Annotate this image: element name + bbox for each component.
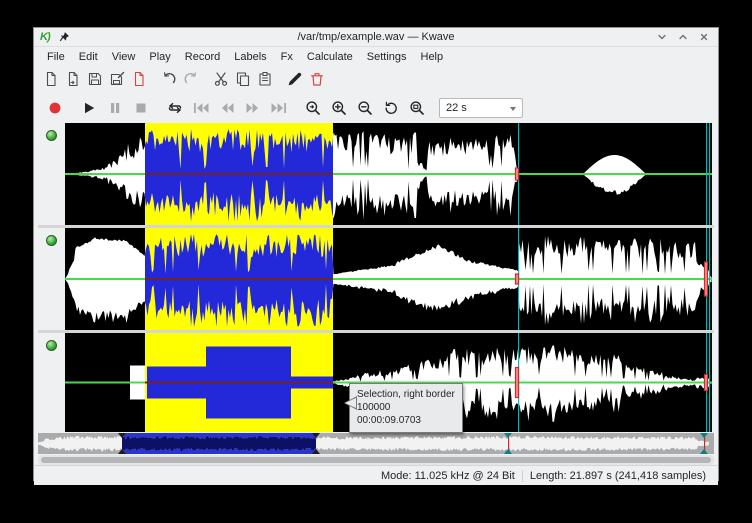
scrollbar-thumb[interactable]	[41, 457, 711, 463]
menu-calculate[interactable]: Calculate	[300, 49, 360, 65]
tooltip-line-2: 100000	[357, 401, 455, 414]
menu-fx[interactable]: Fx	[274, 49, 300, 65]
track-row-1	[38, 123, 714, 225]
loop-icon	[166, 101, 184, 115]
status-length: Length: 21.897 s (241,418 samples)	[523, 470, 713, 482]
new-file-button[interactable]	[41, 69, 61, 89]
track-enabled-led[interactable]	[46, 130, 57, 141]
pause-button[interactable]	[103, 96, 127, 120]
open-file-button[interactable]	[63, 69, 83, 89]
menu-help[interactable]: Help	[414, 49, 451, 65]
play-button[interactable]	[77, 96, 101, 120]
selection-tooltip: Selection, right border 100000 00:00:09.…	[349, 383, 463, 433]
zoom-selection-button[interactable]	[301, 96, 325, 120]
zoom-out-icon	[357, 100, 373, 116]
waveform-track-1[interactable]	[65, 123, 712, 225]
zoom-revert-icon	[383, 100, 399, 116]
undo-icon	[161, 71, 177, 87]
skip-end-icon	[270, 101, 288, 115]
maximize-button[interactable]	[677, 31, 689, 43]
undo-button[interactable]	[159, 69, 179, 89]
forward-button[interactable]	[241, 96, 265, 120]
cut-button[interactable]	[211, 69, 231, 89]
waveform-track-2[interactable]	[65, 228, 712, 330]
zoom-out-button[interactable]	[353, 96, 377, 120]
skip-end-button[interactable]	[267, 96, 291, 120]
trash-icon	[309, 71, 325, 87]
zoom-all-button[interactable]	[405, 96, 429, 120]
copy-button[interactable]	[233, 69, 253, 89]
paste-icon	[257, 71, 273, 87]
redo-button[interactable]	[181, 69, 201, 89]
tooltip-line-3: 00:00:09.0703	[357, 414, 455, 427]
menu-labels[interactable]: Labels	[227, 49, 273, 65]
save-icon	[87, 71, 103, 87]
zoom-duration-value: 22 s	[446, 102, 467, 114]
close-file-button[interactable]	[129, 69, 149, 89]
loop-button[interactable]	[163, 96, 187, 120]
menu-edit[interactable]: Edit	[72, 49, 105, 65]
horizontal-scrollbar[interactable]	[38, 455, 714, 465]
zoom-previous-button[interactable]	[379, 96, 403, 120]
skip-start-button[interactable]	[189, 96, 213, 120]
pen-icon	[287, 71, 303, 87]
cut-icon	[213, 71, 229, 87]
tooltip-line-1: Selection, right border	[357, 388, 455, 401]
status-mode: Mode: 11.025 kHz @ 24 Bit	[374, 470, 522, 482]
play-icon	[82, 101, 96, 115]
insert-mode-button[interactable]	[285, 69, 305, 89]
track-row-2	[38, 228, 714, 330]
track-enabled-led[interactable]	[46, 340, 57, 351]
open-file-icon	[65, 71, 81, 87]
statusbar: Mode: 11.025 kHz @ 24 Bit Length: 21.897…	[34, 465, 718, 485]
menu-settings[interactable]: Settings	[360, 49, 414, 65]
overview-bar[interactable]	[38, 433, 714, 454]
close-button[interactable]	[698, 31, 710, 43]
rewind-icon	[218, 101, 236, 115]
file-toolbar	[34, 66, 718, 92]
minimize-button[interactable]	[656, 31, 668, 43]
menu-record[interactable]: Record	[178, 49, 227, 65]
record-icon	[48, 101, 62, 115]
menu-view[interactable]: View	[105, 49, 143, 65]
stop-button[interactable]	[129, 96, 153, 120]
chevron-down-icon	[510, 107, 516, 111]
kwave-window: K) /var/tmp/example.wav — Kwave FileEdit…	[33, 27, 719, 481]
track-controls-1	[38, 123, 65, 225]
save-as-icon	[109, 71, 125, 87]
track-controls-3	[38, 333, 65, 432]
zoom-duration-combobox[interactable]: 22 s	[439, 98, 523, 118]
rewind-button[interactable]	[215, 96, 239, 120]
save-button[interactable]	[85, 69, 105, 89]
delete-button[interactable]	[307, 69, 327, 89]
record-button[interactable]	[43, 96, 67, 120]
save-as-button[interactable]	[107, 69, 127, 89]
zoom-selection-icon	[305, 100, 321, 116]
playback-toolbar: 22 s	[34, 92, 718, 123]
menubar: FileEditViewPlayRecordLabelsFxCalculateS…	[34, 47, 718, 66]
zoom-in-button[interactable]	[327, 96, 351, 120]
zoom-in-icon	[331, 100, 347, 116]
paste-button[interactable]	[255, 69, 275, 89]
window-controls	[656, 31, 710, 43]
stop-icon	[134, 101, 148, 115]
zoom-all-icon	[409, 100, 425, 116]
window-title: /var/tmp/example.wav — Kwave	[34, 31, 718, 43]
pause-icon	[108, 101, 122, 115]
menu-play[interactable]: Play	[142, 49, 177, 65]
track-enabled-led[interactable]	[46, 235, 57, 246]
copy-icon	[235, 71, 251, 87]
new-file-icon	[43, 71, 59, 87]
skip-start-icon	[192, 101, 210, 115]
titlebar[interactable]: K) /var/tmp/example.wav — Kwave	[34, 28, 718, 47]
track-area: Selection, right border 100000 00:00:09.…	[38, 123, 714, 433]
track-controls-2	[38, 228, 65, 330]
menu-file[interactable]: File	[40, 49, 72, 65]
redo-icon	[183, 71, 199, 87]
close-file-icon	[131, 71, 147, 87]
forward-icon	[244, 101, 262, 115]
